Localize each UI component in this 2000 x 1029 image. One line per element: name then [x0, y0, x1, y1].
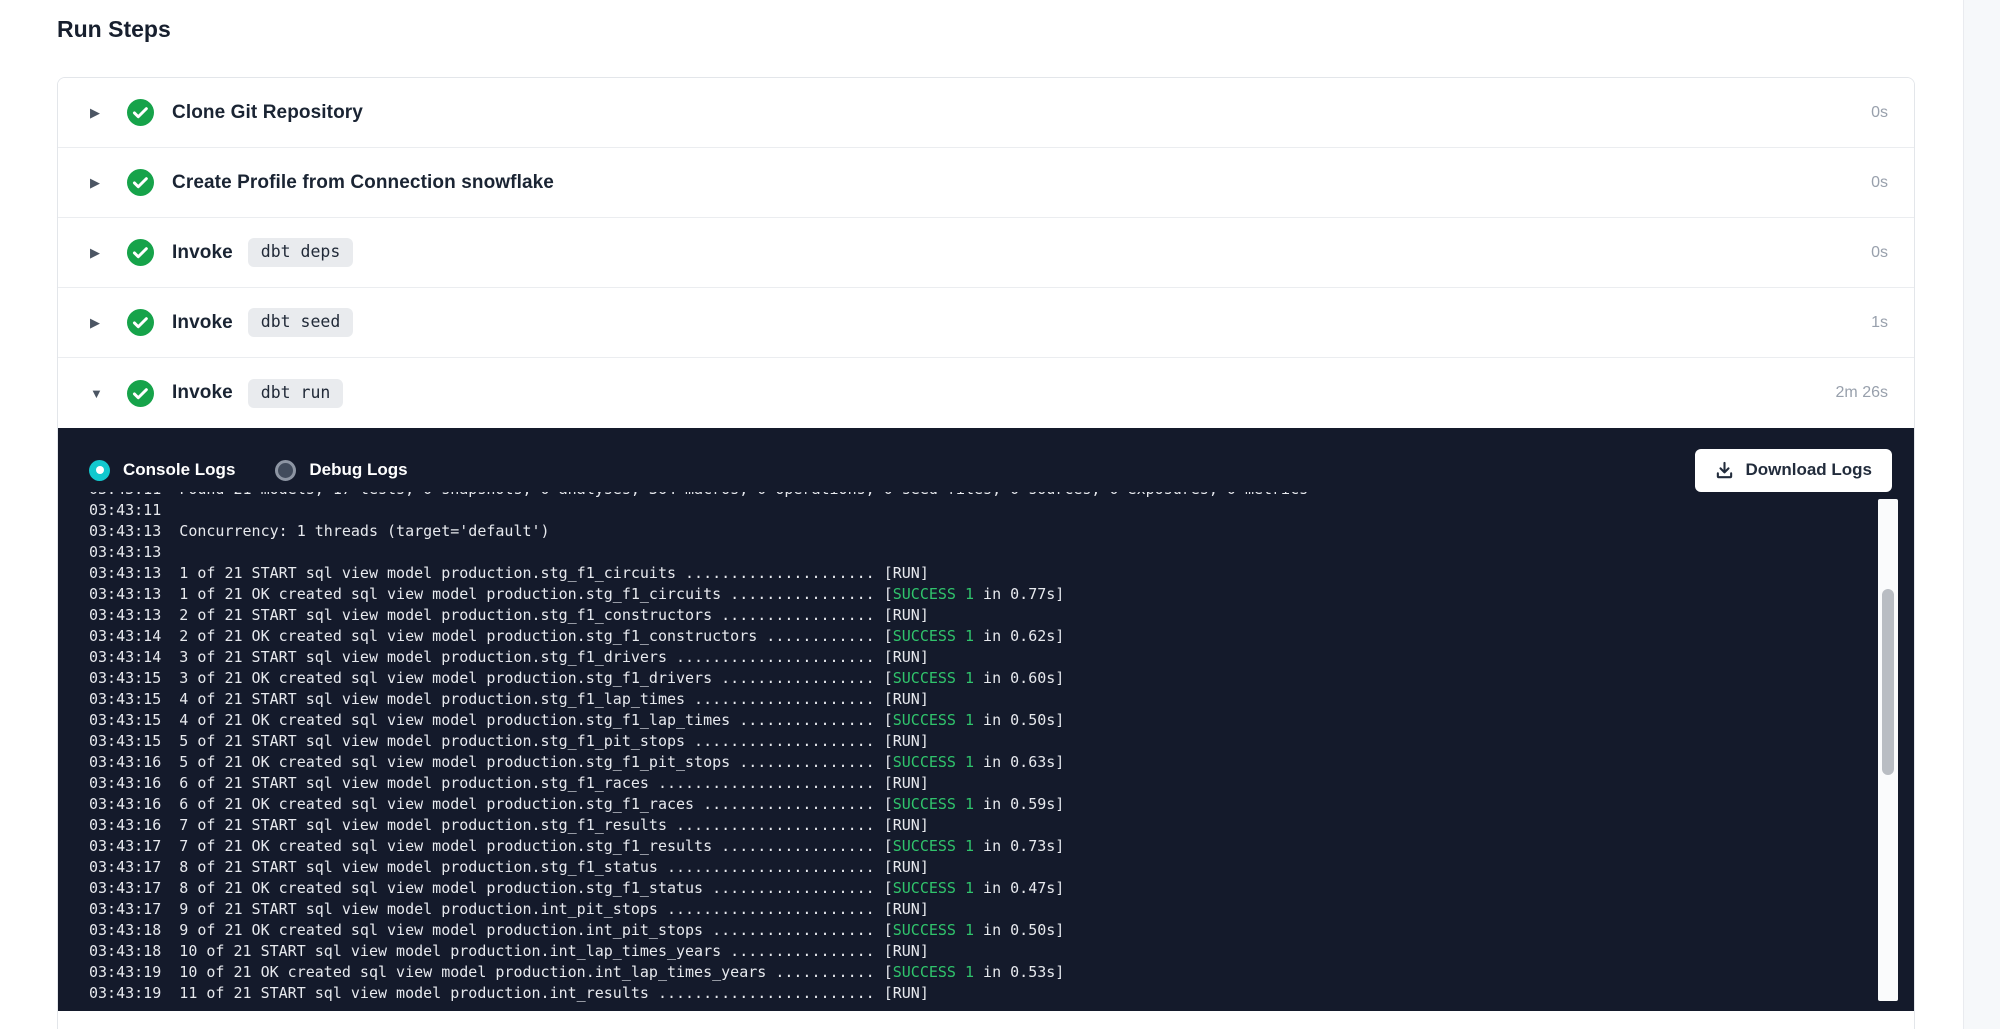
success-check-icon: [127, 309, 154, 336]
step-row-clone-git-repository[interactable]: ▶ Clone Git Repository 0s: [58, 78, 1914, 148]
log-line: 03:43:15 3 of 21 OK created sql view mod…: [89, 668, 1844, 689]
log-line: 03:43:19 11 of 21 START sql view model p…: [89, 983, 1844, 1004]
log-line: 03:43:17 8 of 21 OK created sql view mod…: [89, 878, 1844, 899]
log-line: 03:43:16 5 of 21 OK created sql view mod…: [89, 752, 1844, 773]
step-duration: 2m 26s: [1836, 384, 1888, 402]
debug-logs-label: Debug Logs: [309, 460, 407, 480]
log-line: 03:43:13 1 of 21 START sql view model pr…: [89, 563, 1844, 584]
log-line: 03:43:13: [89, 542, 1844, 563]
page-title: Run Steps: [57, 16, 171, 43]
step-duration: 0s: [1871, 104, 1888, 122]
step-label: Create Profile from Connection snowflake: [172, 172, 554, 194]
log-line: 03:43:15 4 of 21 OK created sql view mod…: [89, 710, 1844, 731]
download-logs-label: Download Logs: [1745, 460, 1872, 480]
download-logs-button[interactable]: Download Logs: [1695, 449, 1892, 492]
log-panel: Console Logs Debug Logs Download Logs 03…: [58, 428, 1914, 1011]
step-label: Invoke: [172, 312, 233, 334]
step-duration: 0s: [1871, 244, 1888, 262]
radio-unselected-icon[interactable]: [275, 460, 296, 481]
log-line: 03:43:17 7 of 21 OK created sql view mod…: [89, 836, 1844, 857]
caret-right-icon[interactable]: ▶: [90, 316, 106, 329]
step-row-invoke-dbt-deps[interactable]: ▶ Invoke dbt deps 0s: [58, 218, 1914, 288]
log-line: 03:43:14 2 of 21 OK created sql view mod…: [89, 626, 1844, 647]
console-log-output[interactable]: 03:43:11 Found 21 models, 17 tests, 0 sn…: [89, 492, 1844, 1005]
log-line: 03:43:13 1 of 21 OK created sql view mod…: [89, 584, 1844, 605]
radio-selected-icon[interactable]: [89, 460, 110, 481]
command-badge: dbt run: [248, 379, 344, 408]
run-steps-card: ▶ Clone Git Repository 0s ▶ Create Profi…: [57, 77, 1915, 1029]
log-line: 03:43:14 3 of 21 START sql view model pr…: [89, 647, 1844, 668]
step-duration: 0s: [1871, 174, 1888, 192]
log-line: 03:43:13 2 of 21 START sql view model pr…: [89, 605, 1844, 626]
command-badge: dbt seed: [248, 308, 353, 337]
log-line: 03:43:19 10 of 21 OK created sql view mo…: [89, 962, 1844, 983]
log-line: 03:43:15 5 of 21 START sql view model pr…: [89, 731, 1844, 752]
log-line: 03:43:16 6 of 21 START sql view model pr…: [89, 773, 1844, 794]
log-line: 03:43:11 Found 21 models, 17 tests, 0 sn…: [89, 492, 1844, 500]
log-lines: 03:43:11 Found 21 models, 17 tests, 0 sn…: [89, 492, 1844, 1004]
log-scrollbar-track[interactable]: [1878, 499, 1898, 1001]
log-line: 03:43:16 6 of 21 OK created sql view mod…: [89, 794, 1844, 815]
log-line: 03:43:17 9 of 21 START sql view model pr…: [89, 899, 1844, 920]
run-steps-page: Run Steps ▶ Clone Git Repository 0s ▶ Cr…: [0, 0, 2000, 1029]
step-label: Clone Git Repository: [172, 102, 363, 124]
caret-right-icon[interactable]: ▶: [90, 176, 106, 189]
step-duration: 1s: [1871, 314, 1888, 332]
step-row-invoke-dbt-run[interactable]: ▼ Invoke dbt run 2m 26s: [58, 358, 1914, 428]
log-line: 03:43:11: [89, 500, 1844, 521]
log-scrollbar-thumb[interactable]: [1882, 589, 1894, 775]
step-label: Invoke: [172, 382, 233, 404]
step-label: Invoke: [172, 242, 233, 264]
console-logs-radio[interactable]: Console Logs: [89, 460, 235, 481]
log-line: 03:43:17 8 of 21 START sql view model pr…: [89, 857, 1844, 878]
log-line: 03:43:18 9 of 21 OK created sql view mod…: [89, 920, 1844, 941]
step-row-invoke-dbt-seed[interactable]: ▶ Invoke dbt seed 1s: [58, 288, 1914, 358]
log-line: 03:43:18 10 of 21 START sql view model p…: [89, 941, 1844, 962]
step-row-create-profile[interactable]: ▶ Create Profile from Connection snowfla…: [58, 148, 1914, 218]
success-check-icon: [127, 380, 154, 407]
log-line: 03:43:16 7 of 21 START sql view model pr…: [89, 815, 1844, 836]
caret-right-icon[interactable]: ▶: [90, 246, 106, 259]
download-icon: [1715, 461, 1734, 480]
log-line: 03:43:15 4 of 21 START sql view model pr…: [89, 689, 1844, 710]
success-check-icon: [127, 169, 154, 196]
console-logs-label: Console Logs: [123, 460, 235, 480]
command-badge: dbt deps: [248, 238, 353, 267]
caret-right-icon[interactable]: ▶: [90, 106, 106, 119]
caret-down-icon[interactable]: ▼: [90, 387, 106, 400]
success-check-icon: [127, 239, 154, 266]
debug-logs-radio[interactable]: Debug Logs: [275, 460, 407, 481]
log-line: 03:43:13 Concurrency: 1 threads (target=…: [89, 521, 1844, 542]
log-panel-header: Console Logs Debug Logs Download Logs: [58, 428, 1914, 490]
success-check-icon: [127, 99, 154, 126]
page-right-gutter: [1963, 0, 2000, 1029]
